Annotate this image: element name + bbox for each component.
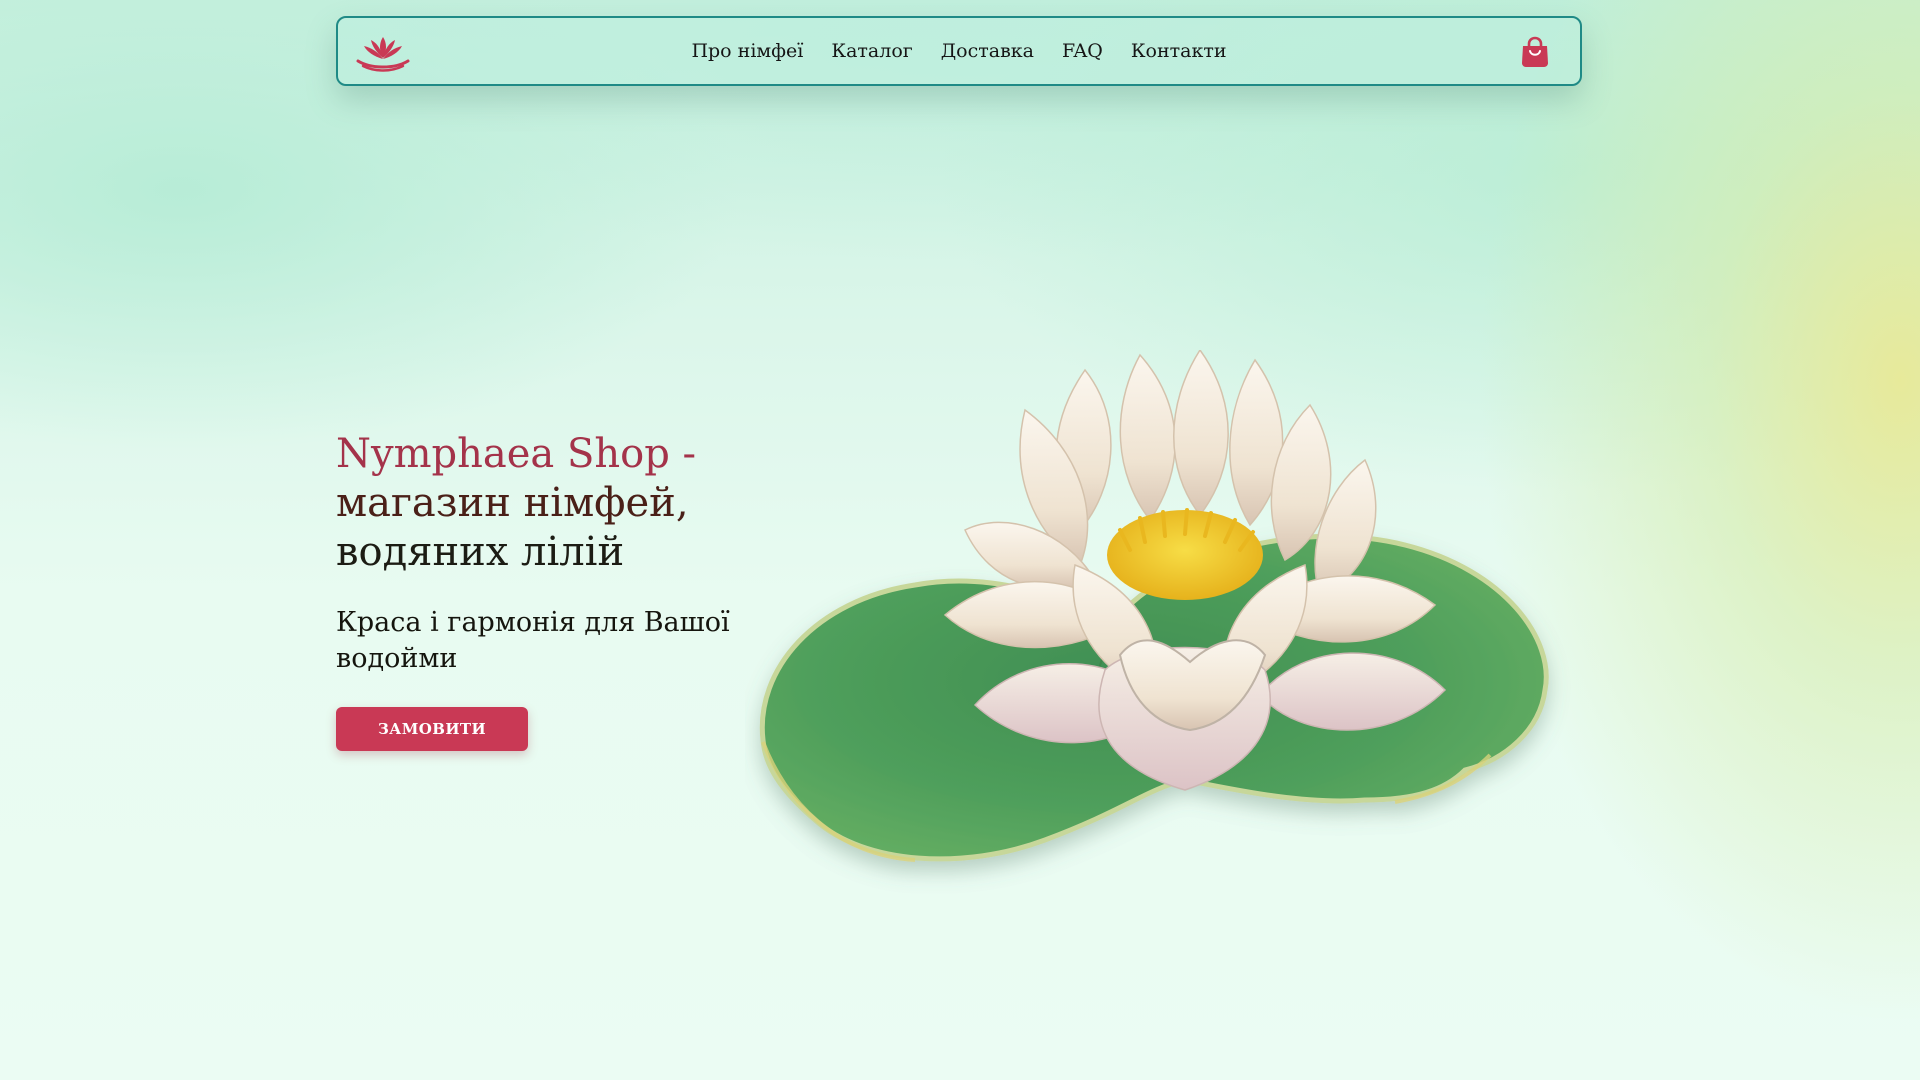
order-button[interactable]: ЗАМОВИТИ xyxy=(336,707,528,751)
hero-title-line-3: водяних лілій xyxy=(336,529,625,575)
hero-title-line-2: магазин німфей, xyxy=(336,480,689,526)
nav-menu: Про німфеї Каталог Доставка FAQ Контакти xyxy=(338,18,1580,84)
nav-link-contacts[interactable]: Контакти xyxy=(1131,40,1227,62)
nav-link-catalog[interactable]: Каталог xyxy=(831,40,912,62)
nav-link-faq[interactable]: FAQ xyxy=(1062,40,1103,62)
water-lily-illustration xyxy=(759,350,1549,862)
main-navbar: Про німфеї Каталог Доставка FAQ Контакти xyxy=(336,16,1582,86)
hero-subtitle: Краса і гармонія для Вашої водойми xyxy=(336,607,730,674)
hero-title: Nymphaea Shop - магазин німфей, водяних … xyxy=(336,430,776,577)
brand-name: Nymphaea Shop - xyxy=(336,431,697,477)
nav-link-about[interactable]: Про німфеї xyxy=(691,40,803,62)
shopping-bag-icon[interactable] xyxy=(1520,36,1550,68)
hero-section: Nymphaea Shop - магазин німфей, водяних … xyxy=(336,430,776,751)
nav-link-delivery[interactable]: Доставка xyxy=(941,40,1034,62)
